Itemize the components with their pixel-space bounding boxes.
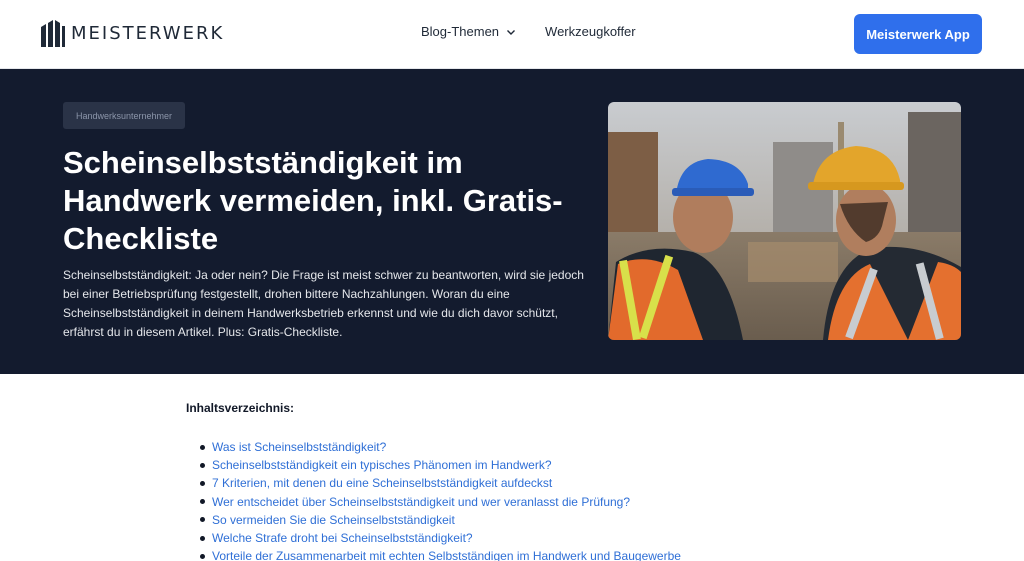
- site-header: MEISTERWERK Blog-Themen Werkzeugkoffer M…: [0, 0, 1024, 69]
- toc-link[interactable]: 7 Kriterien, mit denen du eine Scheinsel…: [212, 474, 552, 492]
- logo-text: MEISTERWERK: [71, 22, 225, 44]
- hero-image: [608, 102, 961, 340]
- toc-link[interactable]: Welche Strafe droht bei Scheinselbststän…: [212, 529, 473, 547]
- chevron-down-icon: [507, 29, 516, 35]
- toc-item: Welche Strafe droht bei Scheinselbststän…: [200, 529, 681, 547]
- toc-link[interactable]: Was ist Scheinselbstständigkeit?: [212, 438, 386, 456]
- toc-title: Inhaltsverzeichnis:: [186, 401, 295, 415]
- toc-link[interactable]: So vermeiden Sie die Scheinselbstständig…: [212, 511, 455, 529]
- logo-mark-icon: [41, 20, 65, 47]
- bullet: [200, 499, 205, 505]
- bullet: [200, 517, 205, 523]
- nav-werkzeugkoffer-label: Werkzeugkoffer: [545, 24, 636, 39]
- nav-blog-themen-label: Blog-Themen: [421, 24, 500, 39]
- bullet: [200, 481, 205, 486]
- toc-item: Wer entscheidet über Scheinselbstständig…: [200, 493, 681, 511]
- bullet: [200, 462, 205, 468]
- toc-link[interactable]: Wer entscheidet über Scheinselbstständig…: [212, 493, 630, 511]
- hero-section: Handwerksunternehmer Scheinselbstständig…: [0, 69, 1024, 374]
- workers-photo: [608, 102, 961, 340]
- category-tag[interactable]: Handwerksunternehmer: [63, 102, 186, 129]
- bullet: [200, 553, 205, 559]
- toc-item: Scheinselbstständigkeit ein typisches Ph…: [200, 456, 681, 474]
- toc-link[interactable]: Vorteile der Zusammenarbeit mit echten S…: [212, 547, 681, 561]
- toc-item: Vorteile der Zusammenarbeit mit echten S…: [200, 547, 681, 561]
- toc-item: Was ist Scheinselbstständigkeit?: [200, 438, 681, 456]
- toc-link[interactable]: Scheinselbstständigkeit ein typisches Ph…: [212, 456, 552, 474]
- toc-item: 7 Kriterien, mit denen du eine Scheinsel…: [200, 474, 681, 492]
- bullet: [200, 444, 205, 450]
- nav-blog-themen[interactable]: Blog-Themen: [421, 24, 517, 39]
- toc-list: Was ist Scheinselbstständigkeit? Scheins…: [200, 438, 681, 561]
- nav-werkzeugkoffer[interactable]: Werkzeugkoffer: [545, 24, 636, 39]
- bullet: [200, 535, 205, 541]
- page-title: Scheinselbstständigkeit im Handwerk verm…: [63, 145, 563, 256]
- main-nav: Blog-Themen Werkzeugkoffer: [421, 24, 636, 39]
- toc-item: So vermeiden Sie die Scheinselbstständig…: [200, 511, 681, 529]
- logo[interactable]: MEISTERWERK: [41, 19, 224, 47]
- meisterwerk-app-button[interactable]: Meisterwerk App: [854, 14, 982, 54]
- article-lead: Scheinselbstständigkeit: Ja oder nein? D…: [63, 268, 584, 339]
